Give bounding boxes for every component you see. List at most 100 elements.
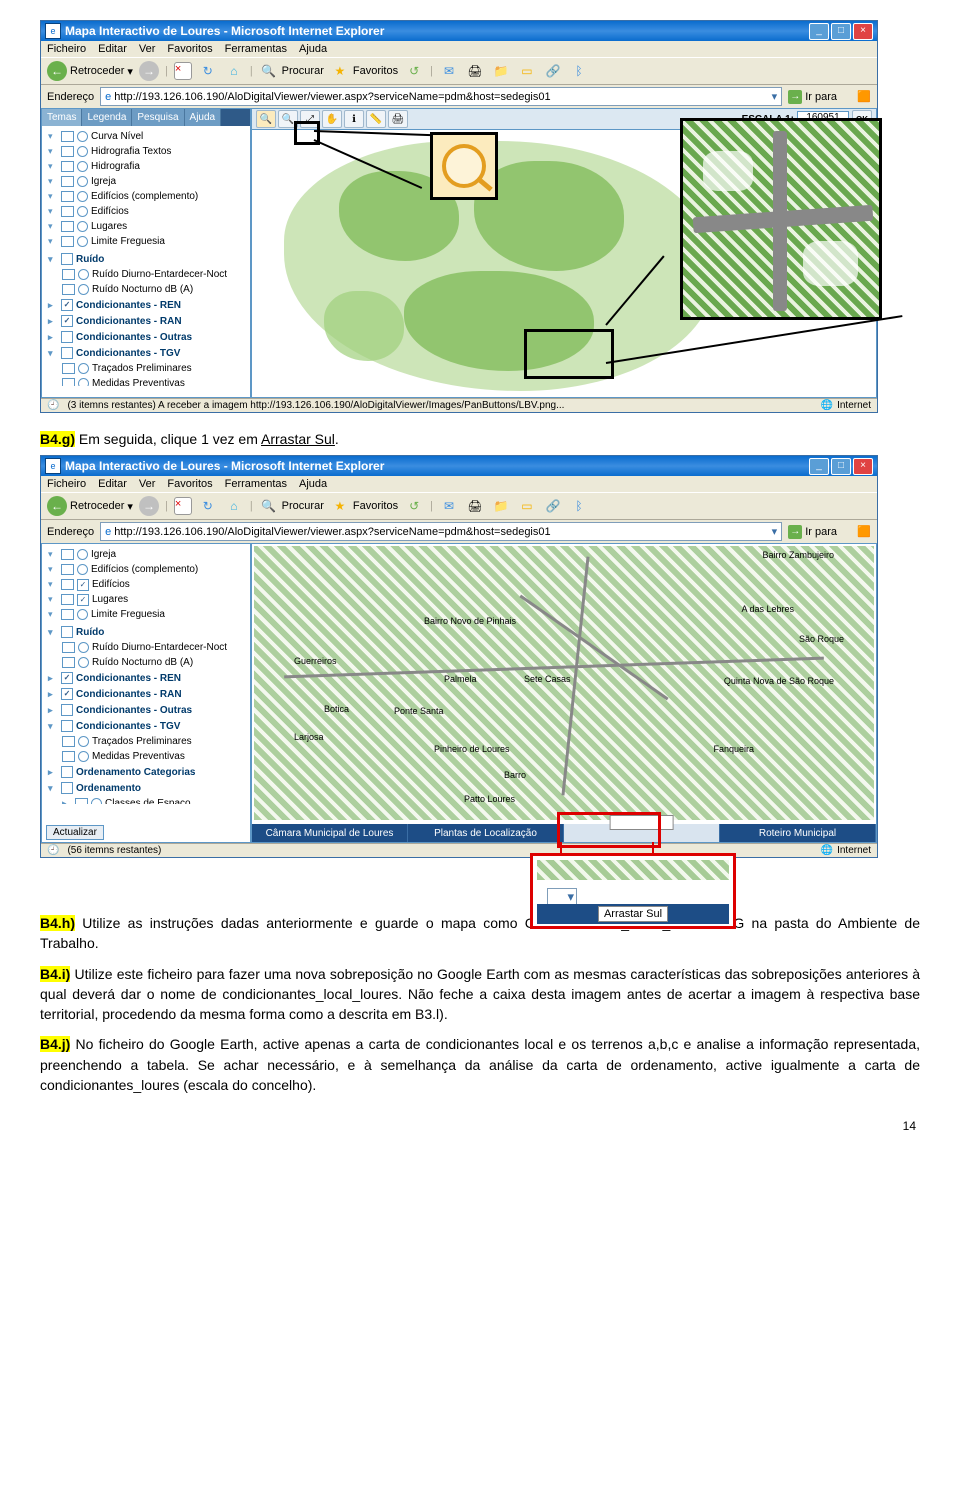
window-title-bar: e Mapa Interactivo de Loures - Microsoft… [41, 21, 877, 41]
group-checkbox-ran[interactable]: ✓ [61, 315, 73, 327]
tab-pesquisa[interactable]: Pesquisa [132, 109, 184, 126]
print-button[interactable]: 🖨 [465, 61, 485, 81]
stop-button[interactable]: × [174, 62, 192, 80]
stop-button[interactable]: × [174, 497, 192, 515]
address-label: Endereço [47, 91, 94, 103]
nav-roteiro[interactable]: Roteiro Municipal [720, 824, 876, 842]
map-area-2[interactable]: Bairro Zambujeiro A das Lebres Bairro No… [251, 543, 877, 843]
group-checkbox-tgv[interactable] [61, 347, 73, 359]
page-number: 14 [40, 1119, 920, 1133]
layer-radio[interactable] [77, 191, 88, 202]
address-bar-2: Endereço e http://193.126.106.190/AloDig… [41, 520, 877, 543]
go-button[interactable]: →Ir para [788, 90, 837, 104]
group-checkbox-ren[interactable]: ✓ [61, 299, 73, 311]
step-b4h-tag: B4.h) [40, 915, 75, 931]
layers-sidebar-2: ▾Igreja ▾Edifícios (complemento) ▾✓Edifí… [41, 543, 251, 843]
layer-radio[interactable] [77, 206, 88, 217]
status-zone: Internet [837, 400, 871, 411]
measure-icon[interactable]: 📏 [366, 110, 386, 128]
mail-button[interactable]: ✉ [439, 61, 459, 81]
nav-plantas[interactable]: Plantas de Localização [408, 824, 564, 842]
favorites-button[interactable]: ★Favoritos [330, 61, 398, 81]
close-button[interactable]: × [853, 23, 873, 40]
forward-button[interactable]: → [139, 496, 159, 516]
go-button[interactable]: →Ir para [788, 525, 837, 539]
arrastar-highlight-small [557, 812, 661, 848]
search-button[interactable]: 🔍Procurar [259, 496, 324, 516]
menu-bar-2: Ficheiro Editar Ver Favoritos Ferramenta… [41, 476, 877, 492]
refresh-button[interactable]: ↻ [198, 496, 218, 516]
zoom-icon-callout [430, 132, 498, 200]
tab-legenda[interactable]: Legenda [82, 109, 132, 126]
status-text-2: (56 itemns restantes) [67, 845, 161, 856]
menu-ajuda[interactable]: Ajuda [299, 43, 327, 55]
search-button[interactable]: 🔍Procurar [259, 61, 324, 81]
window-title-bar-2: e Mapa Interactivo de Loures - Microsoft… [41, 456, 877, 476]
layer-radio[interactable] [77, 176, 88, 187]
back-button[interactable]: ←Retroceder ▾ [47, 61, 133, 81]
note-button[interactable]: ▭ [517, 61, 537, 81]
refresh-button[interactable]: ↻ [198, 61, 218, 81]
layer-radio[interactable] [77, 146, 88, 157]
forward-button[interactable]: → [139, 61, 159, 81]
status-text: (3 itemns restantes) A receber a imagem … [67, 400, 564, 411]
bluetooth-button[interactable]: ᛒ [569, 61, 589, 81]
ie-window-2: e Mapa Interactivo de Loures - Microsoft… [40, 455, 878, 858]
minimize-button[interactable]: _ [809, 23, 829, 40]
address-input-2[interactable]: e http://193.126.106.190/AloDigitalViewe… [100, 522, 782, 541]
sidebar-tabs: Temas Legenda Pesquisa Ajuda [42, 109, 250, 126]
toolbar-2: ←Retroceder ▾ → | × ↻ ⌂ | 🔍Procurar ★Fav… [41, 492, 877, 520]
layers-sidebar: Temas Legenda Pesquisa Ajuda ▾Curva Níve… [41, 108, 251, 398]
layer-radio[interactable] [77, 131, 88, 142]
menu-ver[interactable]: Ver [139, 43, 156, 55]
layer-list: ▾Curva Nível ▾Hidrografia Textos ▾Hidrog… [42, 126, 250, 386]
menu-ficheiro[interactable]: Ficheiro [47, 43, 86, 55]
menu-ferramentas[interactable]: Ferramentas [225, 43, 287, 55]
maximize-button[interactable]: □ [831, 23, 851, 40]
screenshot-1: e Mapa Interactivo de Loures - Microsoft… [40, 20, 920, 413]
zoom-source-rect [524, 329, 614, 379]
window-title-2: Mapa Interactivo de Loures - Microsoft I… [65, 459, 807, 473]
layer-radio[interactable] [77, 236, 88, 247]
arrastar-sul-big-label: Arrastar Sul [598, 906, 668, 922]
home-button[interactable]: ⌂ [224, 61, 244, 81]
status-bar-1: 🕘 (3 itemns restantes) A receber a image… [41, 398, 877, 412]
step-b4j: B4.j) No ficheiro do Google Earth, activ… [40, 1034, 920, 1095]
step-b4g: B4.g) Em seguida, clique 1 vez em Arrast… [40, 431, 920, 447]
layer-radio[interactable] [77, 221, 88, 232]
actualizar-button[interactable]: Actualizar [46, 825, 104, 840]
ie-icon: e [45, 458, 61, 474]
minimize-button[interactable]: _ [809, 458, 829, 475]
menu-bar: Ficheiro Editar Ver Favoritos Ferramenta… [41, 41, 877, 57]
zoom-in-icon[interactable]: 🔍 [256, 110, 276, 128]
arrastar-zoom-callout: ▾ Arrastar Sul [530, 853, 736, 929]
link-button[interactable]: 🔗 [543, 61, 563, 81]
arrastar-sul-link: Arrastar Sul [261, 431, 335, 447]
layer-radio[interactable] [77, 161, 88, 172]
nav-camara[interactable]: Câmara Municipal de Loures [252, 824, 408, 842]
menu-editar[interactable]: Editar [98, 43, 127, 55]
pan-icon[interactable]: ✋ [322, 110, 342, 128]
step-b4i: B4.i) Utilize este ficheiro para fazer u… [40, 964, 920, 1025]
step-b4j-tag: B4.j) [40, 1036, 70, 1052]
menu-favoritos[interactable]: Favoritos [167, 43, 212, 55]
home-button[interactable]: ⌂ [224, 496, 244, 516]
address-input[interactable]: e http://193.126.106.190/AloDigitalViewe… [100, 87, 782, 106]
back-button[interactable]: ←Retroceder ▾ [47, 496, 133, 516]
info-icon[interactable]: ℹ [344, 110, 364, 128]
tab-ajuda[interactable]: Ajuda [185, 109, 222, 126]
maximize-button[interactable]: □ [831, 458, 851, 475]
group-checkbox[interactable] [61, 253, 73, 265]
screenshot-2: e Mapa Interactivo de Loures - Microsoft… [40, 455, 920, 895]
group-checkbox-outras[interactable] [61, 331, 73, 343]
map-canvas-2[interactable]: Bairro Zambujeiro A das Lebres Bairro No… [254, 546, 874, 840]
history-button[interactable]: ↺ [404, 61, 424, 81]
print-icon[interactable]: 🖨 [388, 110, 408, 128]
close-button[interactable]: × [853, 458, 873, 475]
step-b4g-tag: B4.g) [40, 431, 75, 447]
favorites-button[interactable]: ★Favoritos [330, 496, 398, 516]
folder-button[interactable]: 📁 [491, 61, 511, 81]
tab-temas[interactable]: Temas [42, 109, 82, 126]
content-area-2: ▾Igreja ▾Edifícios (complemento) ▾✓Edifí… [41, 543, 877, 843]
toolbar: ←Retroceder ▾ → | × ↻ ⌂ | 🔍Procurar ★Fav… [41, 57, 877, 85]
